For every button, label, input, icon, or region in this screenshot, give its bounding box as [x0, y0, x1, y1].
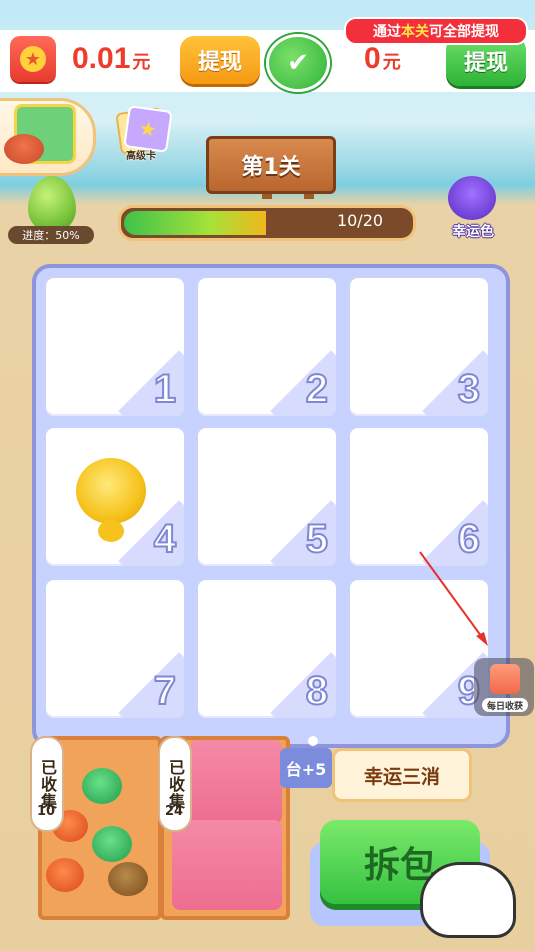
green-turtle-icon [92, 826, 132, 862]
pointing-hand-icon [420, 862, 516, 938]
pink-pack-icon [190, 740, 282, 824]
collected-text: 已收集 [166, 758, 185, 810]
packs-collected-count: 24 [164, 804, 184, 819]
collected-text: 已收集 [38, 758, 57, 810]
green-turtle-icon [82, 768, 122, 804]
orange-turtle-icon [46, 858, 84, 892]
turtles-collected-count: 10 [36, 804, 56, 819]
pink-pack-icon [172, 820, 282, 910]
slot-plus-button[interactable]: 台+5 [280, 748, 332, 788]
lucky-triple-button[interactable]: 幸运三消 [332, 748, 472, 802]
brown-turtle-icon [108, 862, 148, 896]
